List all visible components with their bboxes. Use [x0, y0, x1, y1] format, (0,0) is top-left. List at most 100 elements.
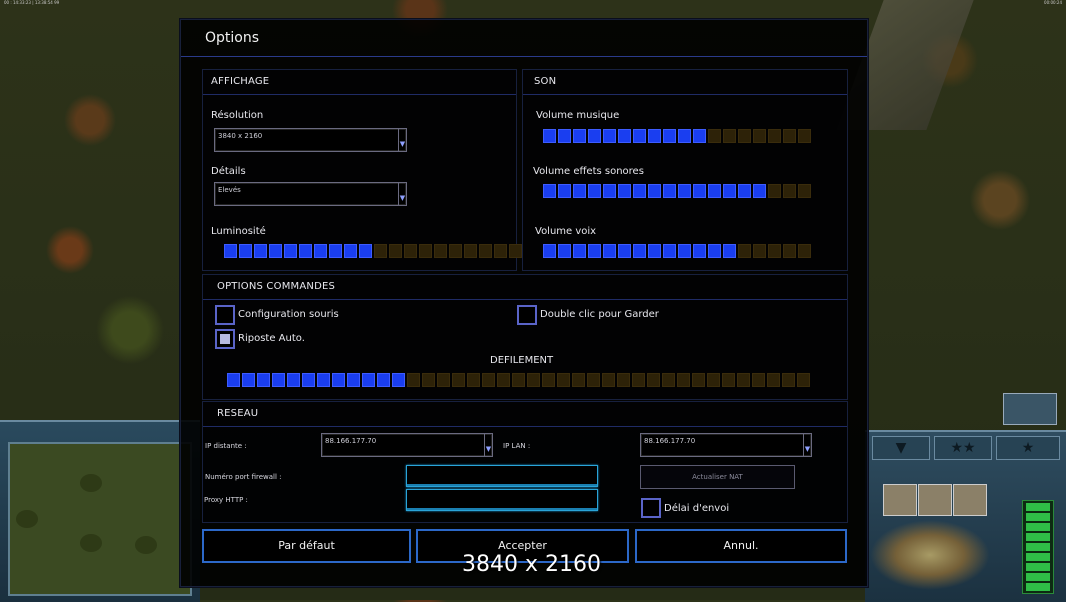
slider-segment[interactable] — [617, 373, 630, 387]
slider-segment[interactable] — [527, 373, 540, 387]
slider-segment[interactable] — [707, 373, 720, 387]
slider-segment[interactable] — [543, 129, 556, 143]
unit-thumbnail[interactable] — [883, 484, 917, 516]
slider-segment[interactable] — [693, 184, 706, 198]
slider-segment[interactable] — [603, 129, 616, 143]
slider-segment[interactable] — [737, 373, 750, 387]
default-button[interactable]: Par défaut — [202, 529, 411, 563]
slider-segment[interactable] — [362, 373, 375, 387]
music-volume-slider[interactable] — [543, 129, 813, 143]
slider-segment[interactable] — [359, 244, 372, 258]
slider-segment[interactable] — [512, 373, 525, 387]
unit-thumbnail[interactable] — [953, 484, 987, 516]
slider-segment[interactable] — [588, 184, 601, 198]
slider-segment[interactable] — [257, 373, 270, 387]
slider-segment[interactable] — [738, 184, 751, 198]
slider-segment[interactable] — [509, 244, 522, 258]
slider-segment[interactable] — [647, 373, 660, 387]
slider-segment[interactable] — [389, 244, 402, 258]
scroll-speed-slider[interactable] — [227, 373, 812, 387]
slider-segment[interactable] — [648, 244, 661, 258]
slider-segment[interactable] — [494, 244, 507, 258]
double-click-checkbox[interactable] — [517, 305, 537, 325]
slider-segment[interactable] — [434, 244, 447, 258]
slider-segment[interactable] — [543, 244, 556, 258]
slider-segment[interactable] — [452, 373, 465, 387]
slider-segment[interactable] — [497, 373, 510, 387]
mouse-config-checkbox[interactable] — [215, 305, 235, 325]
slider-segment[interactable] — [374, 244, 387, 258]
slider-segment[interactable] — [677, 373, 690, 387]
slider-segment[interactable] — [633, 184, 646, 198]
slider-segment[interactable] — [723, 244, 736, 258]
slider-segment[interactable] — [557, 373, 570, 387]
send-delay-checkbox[interactable] — [641, 498, 661, 518]
brightness-slider[interactable] — [224, 244, 524, 258]
lan-ip-dropdown[interactable]: 88.166.177.70 ▼ — [640, 433, 812, 457]
slider-segment[interactable] — [798, 129, 811, 143]
slider-segment[interactable] — [377, 373, 390, 387]
slider-segment[interactable] — [798, 184, 811, 198]
chevron-down-icon[interactable]: ▼ — [398, 183, 406, 205]
sfx-volume-slider[interactable] — [543, 184, 813, 198]
slider-segment[interactable] — [573, 244, 586, 258]
slider-segment[interactable] — [479, 244, 492, 258]
slider-segment[interactable] — [329, 244, 342, 258]
update-nat-button[interactable]: Actualiser NAT — [640, 465, 795, 489]
slider-segment[interactable] — [242, 373, 255, 387]
slider-segment[interactable] — [752, 373, 765, 387]
slider-segment[interactable] — [723, 184, 736, 198]
slider-segment[interactable] — [332, 373, 345, 387]
slider-segment[interactable] — [797, 373, 810, 387]
slider-segment[interactable] — [618, 129, 631, 143]
slider-segment[interactable] — [678, 129, 691, 143]
slider-segment[interactable] — [783, 129, 796, 143]
slider-segment[interactable] — [708, 244, 721, 258]
slider-segment[interactable] — [693, 244, 706, 258]
slider-segment[interactable] — [272, 373, 285, 387]
slider-segment[interactable] — [692, 373, 705, 387]
slider-segment[interactable] — [269, 244, 282, 258]
chevron-down-icon[interactable]: ▼ — [484, 434, 492, 456]
chevron-down-icon[interactable]: ▼ — [398, 129, 406, 151]
slider-segment[interactable] — [254, 244, 267, 258]
slider-segment[interactable] — [437, 373, 450, 387]
slider-segment[interactable] — [633, 129, 646, 143]
slider-segment[interactable] — [723, 129, 736, 143]
slider-segment[interactable] — [648, 129, 661, 143]
slider-segment[interactable] — [753, 129, 766, 143]
slider-segment[interactable] — [753, 184, 766, 198]
slider-segment[interactable] — [678, 244, 691, 258]
slider-segment[interactable] — [299, 244, 312, 258]
star-icon[interactable]: ★ — [996, 436, 1060, 460]
slider-segment[interactable] — [768, 244, 781, 258]
cancel-button[interactable]: Annul. — [635, 529, 847, 563]
slider-segment[interactable] — [708, 184, 721, 198]
slider-segment[interactable] — [347, 373, 360, 387]
slider-segment[interactable] — [738, 129, 751, 143]
slider-segment[interactable] — [662, 373, 675, 387]
slider-segment[interactable] — [573, 184, 586, 198]
slider-segment[interactable] — [449, 244, 462, 258]
slider-segment[interactable] — [602, 373, 615, 387]
slider-segment[interactable] — [404, 244, 417, 258]
slider-segment[interactable] — [648, 184, 661, 198]
slider-segment[interactable] — [464, 244, 477, 258]
proxy-field[interactable] — [406, 489, 598, 511]
slider-segment[interactable] — [663, 184, 676, 198]
minimap[interactable] — [8, 442, 192, 596]
slider-segment[interactable] — [302, 373, 315, 387]
slider-segment[interactable] — [239, 244, 252, 258]
slider-segment[interactable] — [543, 184, 556, 198]
slider-segment[interactable] — [798, 244, 811, 258]
slider-segment[interactable] — [419, 244, 432, 258]
slider-segment[interactable] — [722, 373, 735, 387]
slider-segment[interactable] — [767, 373, 780, 387]
slider-segment[interactable] — [693, 129, 706, 143]
slider-segment[interactable] — [422, 373, 435, 387]
slider-segment[interactable] — [633, 244, 646, 258]
slider-segment[interactable] — [753, 244, 766, 258]
slider-segment[interactable] — [558, 244, 571, 258]
slider-segment[interactable] — [572, 373, 585, 387]
aircraft-icon[interactable] — [1003, 393, 1057, 425]
